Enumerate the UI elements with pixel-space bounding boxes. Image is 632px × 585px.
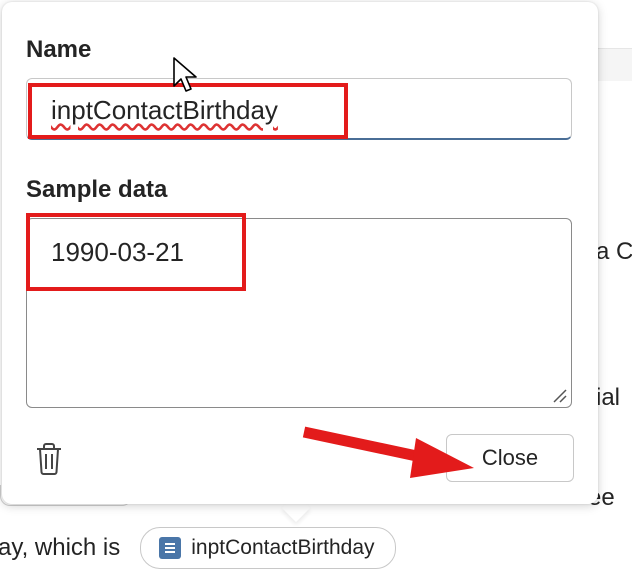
- variable-pill[interactable]: inptContactBirthday: [140, 527, 396, 569]
- sample-data-label: Sample data: [26, 176, 168, 203]
- background-sentence: ay, which is inptContactBirthday: [0, 527, 396, 569]
- sample-data-value: 1990-03-21: [51, 237, 184, 267]
- background-text-fragment: a C: [596, 238, 632, 265]
- red-arrow-annotation: [302, 426, 474, 478]
- name-input-value: inptContactBirthday: [51, 95, 278, 125]
- sample-data-textarea[interactable]: 1990-03-21: [26, 218, 572, 408]
- resize-handle-icon[interactable]: [551, 387, 567, 403]
- background-sentence-text: ay, which is: [0, 534, 121, 561]
- name-label: Name: [26, 36, 92, 63]
- mouse-pointer-icon: [173, 57, 197, 92]
- variable-icon: [159, 537, 182, 559]
- trash-icon[interactable]: [34, 442, 64, 476]
- background-text-fragment: ial: [596, 384, 621, 411]
- name-input[interactable]: inptContactBirthday: [26, 78, 572, 140]
- variable-pill-label: inptContactBirthday: [191, 536, 375, 559]
